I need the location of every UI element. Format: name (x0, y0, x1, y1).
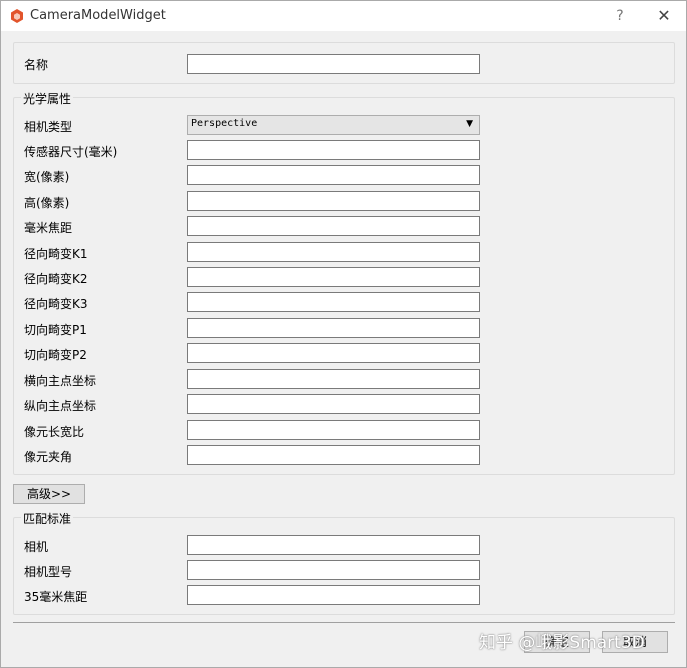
advanced-button[interactable]: 高级>> (13, 484, 85, 504)
sensor-size-label: 传感器尺寸(毫米) (24, 145, 118, 159)
camera-model-input[interactable] (187, 560, 480, 580)
close-button[interactable]: ✕ (649, 5, 679, 27)
title-bar: CameraModelWidget ? ✕ (1, 1, 686, 31)
dropdown-arrow-icon: ▼ (466, 119, 473, 129)
app-icon (11, 9, 23, 23)
width-pixels-label: 宽(像素) (24, 170, 70, 184)
camera-input[interactable] (187, 535, 480, 555)
optical-properties-title: 光学属性 (21, 90, 74, 107)
tangential-p1-label: 切向畸变P1 (24, 323, 87, 337)
tangential-p2-input[interactable] (187, 343, 480, 363)
camera-type-value: Perspective (191, 118, 258, 129)
pixel-aspect-ratio-label: 像元长宽比 (24, 425, 85, 439)
camera-model-label: 相机型号 (24, 565, 73, 579)
radial-k3-input[interactable] (187, 292, 480, 312)
pixel-skew-input[interactable] (187, 445, 480, 465)
focal-length-mm-input[interactable] (187, 216, 480, 236)
watermark: 知乎 @峨影Smart3D (479, 633, 645, 653)
pixel-skew-label: 像元夹角 (24, 450, 73, 464)
camera-model-dialog: CameraModelWidget ? ✕ 名称 光学属性 相机类型 Persp… (0, 0, 687, 668)
radial-k2-input[interactable] (187, 267, 480, 287)
height-pixels-input[interactable] (187, 191, 480, 211)
principal-point-y-input[interactable] (187, 394, 480, 414)
radial-k3-label: 径向畸变K3 (24, 297, 88, 311)
principal-point-x-label: 横向主点坐标 (24, 374, 97, 388)
radial-k1-input[interactable] (187, 242, 480, 262)
camera-type-label: 相机类型 (24, 120, 73, 134)
tangential-p2-label: 切向畸变P2 (24, 348, 87, 362)
radial-k1-label: 径向畸变K1 (24, 247, 88, 261)
camera-type-select[interactable]: Perspective ▼ (187, 115, 480, 135)
footer-divider (13, 622, 675, 623)
sensor-size-input[interactable] (187, 140, 480, 160)
focal-length-35mm-label: 35毫米焦距 (24, 590, 88, 604)
camera-label: 相机 (24, 540, 49, 554)
match-criteria-title: 匹配标准 (21, 510, 74, 527)
height-pixels-label: 高(像素) (24, 196, 70, 210)
radial-k2-label: 径向畸变K2 (24, 272, 88, 286)
principal-point-y-label: 纵向主点坐标 (24, 399, 97, 413)
focal-length-35mm-input[interactable] (187, 585, 480, 605)
principal-point-x-input[interactable] (187, 369, 480, 389)
name-label: 名称 (24, 58, 49, 72)
window-title: CameraModelWidget (30, 8, 166, 23)
name-input[interactable] (187, 54, 480, 74)
tangential-p1-input[interactable] (187, 318, 480, 338)
pixel-aspect-ratio-input[interactable] (187, 420, 480, 440)
focal-length-mm-label: 毫米焦距 (24, 221, 73, 235)
width-pixels-input[interactable] (187, 165, 480, 185)
help-button[interactable]: ? (607, 5, 633, 27)
